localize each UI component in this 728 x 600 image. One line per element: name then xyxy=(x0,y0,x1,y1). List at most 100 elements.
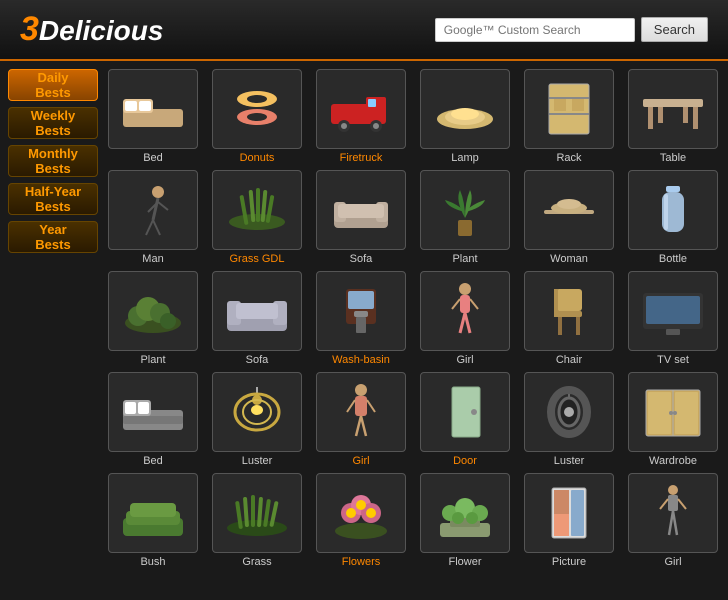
search-button[interactable]: Search xyxy=(641,17,708,42)
main-content: DailyBests WeeklyBests MonthlyBests Half… xyxy=(0,61,728,576)
item-thumbnail xyxy=(212,271,302,351)
item-label: Bottle xyxy=(659,253,687,265)
item-thumbnail xyxy=(316,271,406,351)
list-item[interactable]: Flowers xyxy=(312,473,410,568)
list-item[interactable]: Sofa xyxy=(312,170,410,265)
list-item[interactable]: Picture xyxy=(520,473,618,568)
list-item[interactable]: Bed xyxy=(104,372,202,467)
sidebar: DailyBests WeeklyBests MonthlyBests Half… xyxy=(8,69,98,568)
sidebar-item-daily[interactable]: DailyBests xyxy=(8,69,98,101)
item-thumbnail xyxy=(420,473,510,553)
item-thumbnail xyxy=(420,271,510,351)
list-item[interactable]: Plant xyxy=(104,271,202,366)
sidebar-label-monthly: MonthlyBests xyxy=(28,146,78,176)
item-label: Girl xyxy=(456,354,473,366)
list-item[interactable]: Girl xyxy=(624,473,722,568)
item-thumbnail xyxy=(420,170,510,250)
list-item[interactable]: Plant xyxy=(416,170,514,265)
list-item[interactable]: Bottle xyxy=(624,170,722,265)
item-thumbnail xyxy=(212,372,302,452)
sidebar-label-weekly: WeeklyBests xyxy=(31,108,76,138)
item-thumbnail xyxy=(108,170,198,250)
list-item[interactable]: Bush xyxy=(104,473,202,568)
list-item[interactable]: Rack xyxy=(520,69,618,164)
item-label: Lamp xyxy=(451,152,479,164)
sidebar-label-year: YearBests xyxy=(35,222,70,252)
list-item[interactable]: Door xyxy=(416,372,514,467)
item-thumbnail xyxy=(628,170,718,250)
item-thumbnail xyxy=(212,473,302,553)
item-thumbnail xyxy=(316,372,406,452)
sidebar-item-halfyear[interactable]: Half-YearBests xyxy=(8,183,98,215)
item-label: Chair xyxy=(556,354,582,366)
item-thumbnail xyxy=(316,170,406,250)
item-label: Flowers xyxy=(342,556,381,568)
item-label: Firetruck xyxy=(340,152,383,164)
list-item[interactable]: TV set xyxy=(624,271,722,366)
item-label: Bed xyxy=(143,152,163,164)
item-thumbnail xyxy=(524,473,614,553)
weekly-row: Man Grass GDL Sofa Plant xyxy=(104,170,722,265)
item-label: Girl xyxy=(664,556,681,568)
list-item[interactable]: Donuts xyxy=(208,69,306,164)
item-thumbnail xyxy=(524,271,614,351)
item-label: Table xyxy=(660,152,686,164)
item-thumbnail xyxy=(212,69,302,149)
list-item[interactable]: Wardrobe xyxy=(624,372,722,467)
daily-row: Bed Donuts Firetruck Lamp xyxy=(104,69,722,164)
item-label: Donuts xyxy=(240,152,275,164)
year-row: Bush Grass Flowers Flower xyxy=(104,473,722,568)
item-label: Luster xyxy=(554,455,585,467)
sidebar-item-monthly[interactable]: MonthlyBests xyxy=(8,145,98,177)
list-item[interactable]: Girl xyxy=(416,271,514,366)
list-item[interactable]: Chair xyxy=(520,271,618,366)
item-label: Sofa xyxy=(246,354,269,366)
list-item[interactable]: Grass GDL xyxy=(208,170,306,265)
item-label: Bush xyxy=(140,556,165,568)
item-label: Wardrobe xyxy=(649,455,697,467)
list-item[interactable]: Wash-basin xyxy=(312,271,410,366)
item-thumbnail xyxy=(316,473,406,553)
item-label: Man xyxy=(142,253,163,265)
sidebar-item-year[interactable]: YearBests xyxy=(8,221,98,253)
item-label: Wash-basin xyxy=(332,354,390,366)
grid-section: Bed Donuts Firetruck Lamp xyxy=(104,69,722,568)
item-thumbnail xyxy=(524,69,614,149)
item-label: Woman xyxy=(550,253,588,265)
header: 3Delicious Search xyxy=(0,0,728,61)
list-item[interactable]: Lamp xyxy=(416,69,514,164)
item-label: Grass GDL xyxy=(229,253,284,265)
item-label: Luster xyxy=(242,455,273,467)
item-label: Rack xyxy=(556,152,581,164)
list-item[interactable]: Man xyxy=(104,170,202,265)
list-item[interactable]: Flower xyxy=(416,473,514,568)
sidebar-label-daily: DailyBests xyxy=(35,70,70,100)
monthly-row: Plant Sofa Wash-basin Girl xyxy=(104,271,722,366)
list-item[interactable]: Sofa xyxy=(208,271,306,366)
list-item[interactable]: Table xyxy=(624,69,722,164)
list-item[interactable]: Woman xyxy=(520,170,618,265)
item-label: Grass xyxy=(242,556,271,568)
item-thumbnail xyxy=(108,69,198,149)
logo: 3Delicious xyxy=(20,10,163,49)
sidebar-item-weekly[interactable]: WeeklyBests xyxy=(8,107,98,139)
item-thumbnail xyxy=(628,372,718,452)
list-item[interactable]: Luster xyxy=(208,372,306,467)
list-item[interactable]: Girl xyxy=(312,372,410,467)
item-thumbnail xyxy=(524,170,614,250)
search-input[interactable] xyxy=(435,18,635,42)
logo-number: 3 xyxy=(20,10,39,48)
item-thumbnail xyxy=(108,271,198,351)
search-area: Search xyxy=(435,17,708,42)
item-label: Plant xyxy=(452,253,477,265)
halfyear-row: Bed Luster Girl Door xyxy=(104,372,722,467)
list-item[interactable]: Bed xyxy=(104,69,202,164)
list-item[interactable]: Grass xyxy=(208,473,306,568)
item-label: Bed xyxy=(143,455,163,467)
list-item[interactable]: Luster xyxy=(520,372,618,467)
item-thumbnail xyxy=(316,69,406,149)
item-thumbnail xyxy=(524,372,614,452)
list-item[interactable]: Firetruck xyxy=(312,69,410,164)
item-thumbnail xyxy=(420,69,510,149)
sidebar-label-halfyear: Half-YearBests xyxy=(25,184,81,214)
